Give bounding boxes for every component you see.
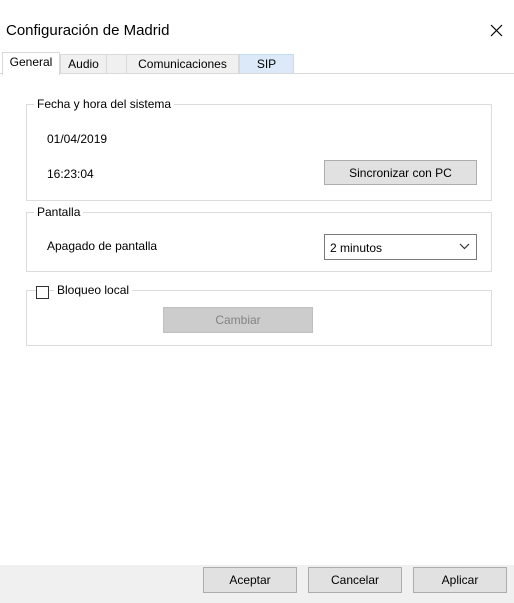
local-lock-checkbox[interactable] [36, 286, 49, 299]
tab-comunicaciones[interactable]: Comunicaciones [126, 54, 239, 74]
system-date: 01/04/2019 [47, 132, 108, 146]
tab-panel-general: Fecha y hora del sistema 01/04/2019 16:2… [0, 73, 514, 565]
window-title: Configuración de Madrid [6, 22, 170, 39]
local-lock-group: Bloqueo local Cambiar [26, 283, 492, 346]
close-icon [490, 24, 502, 36]
tab-general[interactable]: General [2, 52, 60, 75]
screen-off-select[interactable]: 2 minutos [324, 234, 477, 260]
title-bar: Configuración de Madrid [0, 0, 514, 46]
tab-spacer [107, 54, 126, 74]
system-datetime-legend: Fecha y hora del sistema [34, 97, 175, 111]
screen-legend: Pantalla [34, 205, 84, 219]
sync-with-pc-button[interactable]: Sincronizar con PC [324, 160, 477, 185]
tab-strip: General Audio Comunicaciones SIP [0, 52, 514, 75]
close-button[interactable] [478, 14, 514, 46]
screen-group: Pantalla Apagado de pantalla 2 minutos [26, 205, 492, 272]
system-time: 16:23:04 [47, 167, 94, 181]
screen-off-label: Apagado de pantalla [47, 239, 158, 253]
cancel-button[interactable]: Cancelar [308, 567, 402, 593]
screen-off-value: 2 minutos [330, 241, 383, 255]
dialog-footer: Aceptar Cancelar Aplicar [0, 565, 514, 603]
change-button[interactable]: Cambiar [163, 307, 313, 333]
tab-sip[interactable]: SIP [239, 54, 294, 74]
accept-button[interactable]: Aceptar [203, 567, 297, 593]
tab-audio[interactable]: Audio [60, 54, 107, 74]
apply-button[interactable]: Aplicar [413, 567, 507, 593]
local-lock-label[interactable]: Bloqueo local [54, 283, 133, 297]
chevron-down-icon [459, 243, 470, 250]
system-datetime-group: Fecha y hora del sistema 01/04/2019 16:2… [26, 97, 492, 201]
